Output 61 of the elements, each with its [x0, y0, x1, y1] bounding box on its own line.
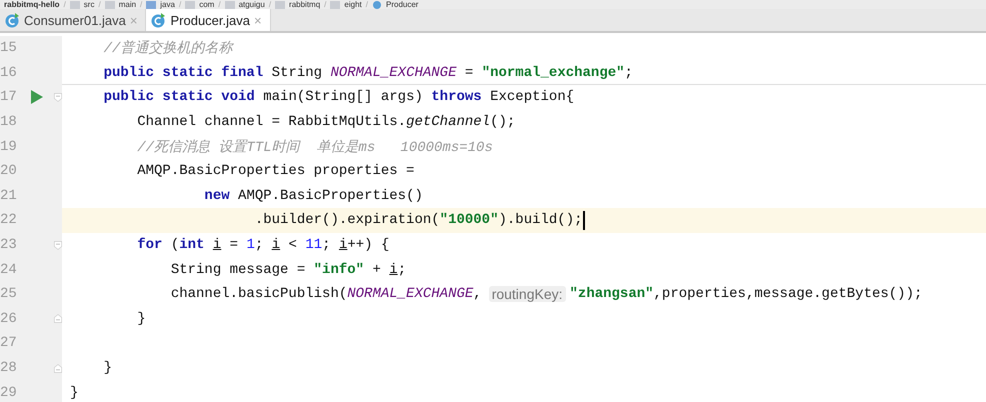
line-number: 24	[0, 262, 18, 278]
fold-marker-icon[interactable]	[54, 312, 62, 326]
breadcrumb-separator: /	[178, 0, 182, 9]
code-text: new AMQP.BasicProperties()	[203, 188, 423, 204]
parameter-hint: routingKey:	[488, 286, 566, 302]
code-text: String message = "info" + i;	[170, 262, 406, 278]
line-number: 25	[0, 286, 18, 302]
text-caret	[582, 210, 584, 230]
code-text: channel.basicPublish(NORMAL_EXCHANGE,	[170, 286, 482, 302]
folder-icon	[224, 0, 235, 8]
breadcrumb-item[interactable]: rabbitmq-hello	[4, 0, 60, 9]
run-icon[interactable]	[31, 90, 43, 104]
breadcrumb-item[interactable]: eight	[344, 0, 362, 9]
folder-icon	[146, 0, 156, 8]
breadcrumb-separator: /	[324, 0, 326, 9]
code-text: //普通交换机的名称	[102, 39, 232, 58]
breadcrumb-separator: /	[268, 0, 272, 9]
line-number: 16	[0, 64, 18, 81]
line-number: 17	[0, 89, 18, 106]
code-text: }	[136, 310, 146, 327]
code-text: }	[70, 384, 78, 401]
breadcrumb-item[interactable]: com	[199, 0, 214, 9]
code-text: public static void main(String[] args) throws Exception{	[102, 89, 574, 106]
line-number: 23	[0, 237, 18, 254]
breadcrumb-separator: /	[98, 0, 101, 9]
code-text: Channel channel = RabbitMqUtils.getChannel();	[136, 114, 516, 130]
breadcrumb-item[interactable]: Producer	[386, 0, 418, 9]
code-text: }	[102, 360, 112, 376]
breadcrumb-separator: /	[64, 0, 66, 9]
breadcrumb-item[interactable]: java	[160, 0, 175, 9]
breadcrumb-item[interactable]: rabbitmq	[289, 0, 320, 9]
line-number: 19	[0, 138, 18, 155]
code-text: for (int i = 1; i < 11; i++) {	[136, 237, 390, 254]
code-text: //死信消息 设置TTL时间 单位是ms 10000ms=10s	[136, 138, 493, 156]
line-number: 21	[0, 188, 18, 204]
line-number: 20	[0, 163, 18, 180]
line-number: 18	[0, 114, 18, 130]
folder-icon	[185, 0, 196, 8]
class-icon	[372, 0, 382, 8]
line-number: 26	[0, 310, 18, 327]
line-number: 28	[0, 360, 18, 376]
class-icon	[4, 12, 20, 28]
fold-marker-icon[interactable]	[54, 362, 62, 375]
line-number: 27	[0, 335, 18, 352]
breadcrumb-item[interactable]: src	[84, 0, 94, 9]
breadcrumb-separator: /	[366, 0, 368, 9]
breadcrumb-separator: /	[218, 0, 221, 9]
code-text: public static final String NORMAL_EXCHANGE = "normal_exchange";	[102, 64, 633, 81]
line-number: 22	[0, 212, 18, 228]
code-text: .builder().expiration("10000").build();	[254, 212, 582, 228]
breadcrumb-separator: /	[140, 0, 142, 9]
code-text: "zhangsan",properties,message.getBytes());	[570, 286, 922, 302]
class-icon	[150, 12, 166, 28]
fold-marker-icon[interactable]	[54, 90, 62, 104]
line-number: 15	[0, 40, 18, 56]
fold-marker-icon[interactable]	[54, 238, 62, 252]
line-number: 29	[0, 384, 18, 401]
code-text: AMQP.BasicProperties properties =	[136, 163, 414, 180]
breadcrumb-item[interactable]: main	[118, 0, 136, 9]
editor-tab[interactable]: Producer.java ×	[146, 9, 271, 31]
breadcrumb-item[interactable]: atguigu	[238, 0, 265, 9]
